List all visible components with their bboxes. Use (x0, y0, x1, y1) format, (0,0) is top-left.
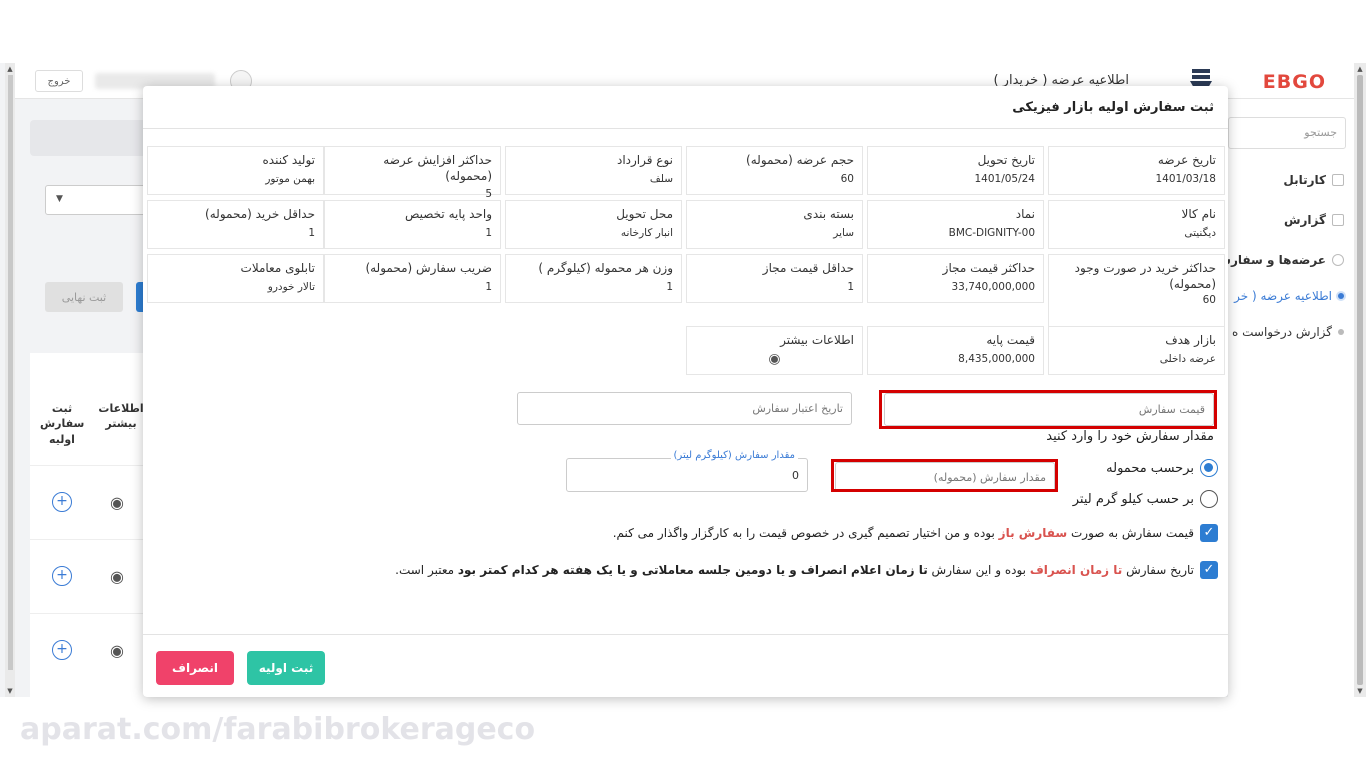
info-producer: تولید کننده بهمن موتور (147, 146, 324, 195)
brand-logo: EBGO (1262, 71, 1326, 93)
info-delivery-date: تاریخ تحویل 1401/05/24 (867, 146, 1044, 195)
info-min-price: حداقل قیمت مجاز 1 (686, 254, 863, 303)
quantity-prompt: مقدار سفارش خود را وارد کنید (1046, 429, 1214, 444)
modal-title: ثبت سفارش اولیه بازار فیزیکی (1012, 100, 1214, 115)
table-row: + ◉ (30, 539, 145, 613)
add-order-icon[interactable]: + (52, 566, 72, 586)
check-icon[interactable]: ✓ (1200, 561, 1218, 579)
divider (143, 128, 1228, 129)
sidebar-item-cartable[interactable]: کارتابل (1228, 167, 1354, 193)
divider (143, 634, 1228, 635)
scroll-track[interactable] (8, 75, 13, 670)
info-base-unit: واحد پایه تخصیص 1 (324, 200, 501, 249)
checkbox-validity[interactable]: ✓ تاریخ سفارش تا زمان انصراف بوده و این … (395, 561, 1218, 579)
table-row: + ◉ (30, 465, 145, 539)
logout-button[interactable]: خروج (35, 70, 83, 92)
table-row: + ◉ (30, 613, 145, 687)
info-order-coefficient: ضریب سفارش (محموله) 1 (324, 254, 501, 303)
sidebar-item-offers[interactable]: عرضه‌ها و سفارش (1228, 247, 1354, 273)
order-modal: ثبت سفارش اولیه بازار فیزیکی تاریخ عرضه 1… (143, 86, 1228, 697)
scroll-thumb[interactable] (1357, 75, 1363, 685)
search-input[interactable]: جستجو (1228, 117, 1346, 149)
info-product-name: نام کالا دیگنیتی (1048, 200, 1225, 249)
bullet-icon (1338, 293, 1344, 299)
info-trading-board: تابلوی معاملات تالار خودرو (147, 254, 324, 303)
radio-by-kg[interactable]: بر حسب کیلو گرم لیتر (1073, 490, 1218, 508)
highlight-frame (831, 459, 1058, 492)
menu-icon (1332, 254, 1344, 266)
info-target-market: بازار هدف عرضه داخلی (1048, 326, 1225, 375)
add-order-icon[interactable]: + (52, 640, 72, 660)
info-packaging: بسته بندی سایر (686, 200, 863, 249)
scroll-up-icon[interactable]: ▲ (1354, 65, 1366, 73)
eye-icon[interactable]: ◉ (695, 351, 854, 367)
info-base-price: قیمت پایه 8,435,000,000 (867, 326, 1044, 375)
radio-by-shipment[interactable]: برحسب محموله (1106, 459, 1218, 477)
grid-icon (1332, 174, 1344, 186)
left-scrollbar[interactable]: ▲ ▼ (5, 63, 15, 697)
eye-icon[interactable]: ◉ (110, 493, 124, 512)
info-min-purchase: حداقل خرید (محموله) 1 (147, 200, 324, 249)
watermark: aparat.com/farabibrokerageco (20, 712, 536, 747)
initial-submit-button[interactable]: ثبت اولیه (247, 651, 325, 685)
checkbox-open-price[interactable]: ✓ قیمت سفارش به صورت سفارش باز بوده و من… (613, 524, 1218, 542)
bullet-icon (1338, 329, 1344, 335)
sidebar-item-request-report[interactable]: گزارش درخواست ه (1228, 319, 1354, 345)
info-max-purchase: حداکثر خرید در صورت وجود (محموله) 60 (1048, 254, 1225, 327)
check-icon[interactable]: ✓ (1200, 524, 1218, 542)
cancel-button[interactable]: انصراف (156, 651, 234, 685)
info-offer-date: تاریخ عرضه 1401/03/18 (1048, 146, 1225, 195)
info-max-increase: حداکثر افزایش عرضه (محموله) 5 (324, 146, 501, 200)
offers-table: ثبت سفارش اولیه اطلاعات بیشتر + ◉ + ◉ + … (30, 353, 145, 697)
sidebar-item-report[interactable]: گزارش (1228, 207, 1354, 233)
info-contract-type: نوع قرارداد سلف (505, 146, 682, 195)
filter-card (30, 120, 150, 156)
radio-selected-icon[interactable] (1200, 459, 1218, 477)
radio-empty-icon[interactable] (1200, 490, 1218, 508)
final-submit-button[interactable]: ثبت نهایی (45, 282, 123, 312)
info-shipment-weight: وزن هر محموله (کیلوگرم ) 1 (505, 254, 682, 303)
col-header-submit: ثبت سفارش اولیه (40, 402, 85, 446)
eye-icon[interactable]: ◉ (110, 641, 124, 660)
info-max-price: حداکثر قیمت مجاز 33,740,000,000 (867, 254, 1044, 303)
info-symbol: نماد BMC-DIGNITY-00 (867, 200, 1044, 249)
filter-select[interactable]: ▼ (45, 185, 150, 215)
eye-icon[interactable]: ◉ (110, 567, 124, 586)
highlight-frame (879, 390, 1217, 429)
sidebar-item-offer-notice[interactable]: اطلاعیه عرضه ( خر (1228, 283, 1354, 309)
chart-icon (1332, 214, 1344, 226)
quantity-kg-input[interactable]: 0 (566, 458, 808, 492)
scroll-down-icon[interactable]: ▼ (5, 687, 15, 695)
caret-down-icon: ▼ (56, 194, 63, 204)
info-delivery-place: محل تحویل انبار کارخانه (505, 200, 682, 249)
add-order-icon[interactable]: + (52, 492, 72, 512)
validity-date-input[interactable]: تاریخ اعتبار سفارش (517, 392, 852, 425)
scroll-up-icon[interactable]: ▲ (5, 65, 15, 73)
info-offer-volume: حجم عرضه (محموله) 60 (686, 146, 863, 195)
col-header-info: اطلاعات بیشتر (98, 402, 144, 431)
right-scrollbar[interactable]: ▲ ▼ (1354, 63, 1366, 697)
quantity-kg-label: مقدار سفارش (کیلوگرم لیتر) (670, 450, 798, 461)
info-more-details[interactable]: اطلاعات بیشتر ◉ (686, 326, 863, 375)
sidebar: جستجو کارتابل گزارش عرضه‌ها و سفارش اطلا… (1228, 99, 1354, 697)
scroll-down-icon[interactable]: ▼ (1354, 687, 1366, 695)
